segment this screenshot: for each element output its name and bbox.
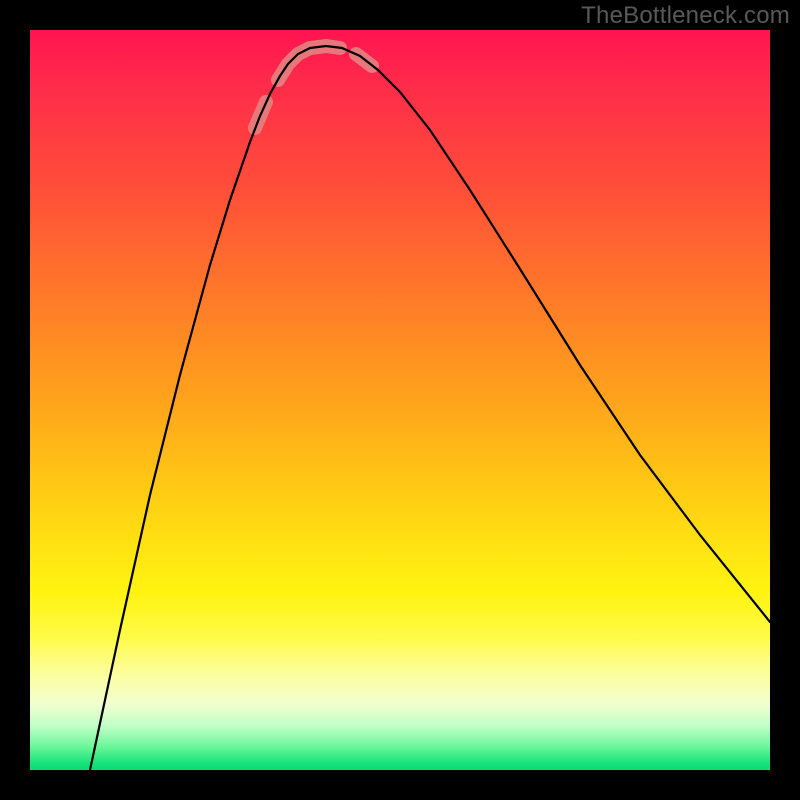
plot-area <box>30 30 770 770</box>
watermark-text: TheBottleneck.com <box>581 2 790 30</box>
highlight-segment-2 <box>278 46 340 80</box>
chart-frame: TheBottleneck.com <box>0 0 800 800</box>
main-curve <box>90 46 770 770</box>
curve-svg <box>30 30 770 770</box>
